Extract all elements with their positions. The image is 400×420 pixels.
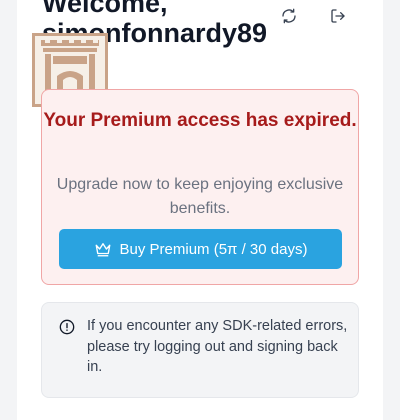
crown-icon [95,243,110,257]
refresh-icon [282,8,296,24]
info-icon [59,319,75,335]
sdk-notice: If you encounter any SDK-related errors,… [41,302,359,398]
welcome-greeting: Welcome, [42,0,168,18]
logout-button[interactable] [327,5,349,27]
refresh-button[interactable] [278,5,300,27]
logout-icon [331,9,345,23]
alert-subtitle: Upgrade now to keep enjoying exclusive b… [56,176,344,217]
buy-premium-button[interactable]: Buy Premium (5π / 30 days) [59,229,342,269]
buy-premium-label: Buy Premium (5π / 30 days) [119,240,308,258]
premium-expired-alert: Your Premium access has expired. Upgrade… [41,89,359,285]
sdk-notice-text: If you encounter any SDK-related errors,… [87,318,348,375]
alert-title: Your Premium access has expired. [43,110,357,131]
